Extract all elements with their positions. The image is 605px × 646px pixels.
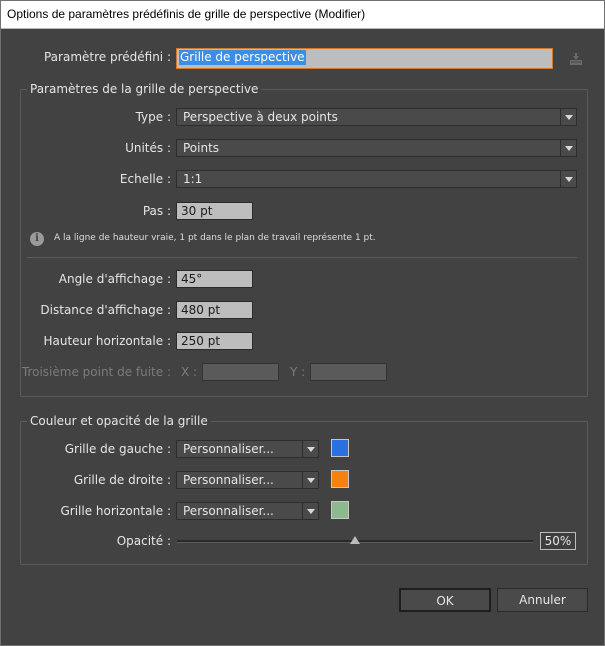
cancel-button[interactable]: Annuler xyxy=(497,588,588,612)
third-vp-label: Troisième point de fuite : xyxy=(21,365,171,379)
grid-params-title: Paramètres de la grille de perspective xyxy=(27,82,262,96)
units-dropdown[interactable]: Points xyxy=(176,139,577,157)
horizon-label: Hauteur horizontale : xyxy=(43,334,171,348)
dialog-body: Paramètre prédéfini : Grille de perspect… xyxy=(5,29,600,641)
left-grid-dropdown[interactable]: Personnaliser... xyxy=(176,440,319,458)
step-input[interactable]: 30 pt xyxy=(176,202,253,220)
left-grid-label: Grille de gauche : xyxy=(64,442,171,456)
chevron-down-icon xyxy=(302,503,318,519)
save-preset-icon[interactable] xyxy=(568,51,584,67)
x-label: X : xyxy=(181,365,198,379)
ok-button[interactable]: OK xyxy=(399,588,491,612)
right-grid-label: Grille de droite : xyxy=(73,473,171,487)
angle-label: Angle d'affichage : xyxy=(58,272,171,286)
horizontal-grid-dropdown[interactable]: Personnaliser... xyxy=(176,502,319,520)
info-icon: i xyxy=(30,232,44,246)
section-divider xyxy=(27,257,577,258)
right-grid-value: Personnaliser... xyxy=(183,473,274,487)
units-value: Points xyxy=(183,141,220,155)
chevron-down-icon xyxy=(560,109,576,125)
chevron-down-icon xyxy=(302,441,318,457)
scale-value: 1:1 xyxy=(183,172,203,186)
opacity-slider-thumb[interactable] xyxy=(350,536,360,544)
left-grid-value: Personnaliser... xyxy=(183,442,274,456)
dialog-window: Options de paramètres prédéfinis de gril… xyxy=(0,0,605,646)
left-grid-color-swatch[interactable] xyxy=(331,439,349,457)
preset-name-value: Grille de perspective xyxy=(179,50,306,65)
horizontal-grid-label: Grille horizontale : xyxy=(60,504,171,518)
right-grid-dropdown[interactable]: Personnaliser... xyxy=(176,471,319,489)
right-grid-color-swatch[interactable] xyxy=(331,470,349,488)
scale-label: Echelle : xyxy=(119,172,171,186)
distance-input[interactable]: 480 pt xyxy=(176,301,253,319)
scale-dropdown[interactable]: 1:1 xyxy=(176,170,577,188)
preset-name-field[interactable]: Grille de perspective xyxy=(176,48,553,69)
third-vp-y-input[interactable] xyxy=(310,363,387,381)
units-label: Unités : xyxy=(125,141,171,155)
distance-label: Distance d'affichage : xyxy=(40,303,171,317)
opacity-value[interactable]: 50% xyxy=(540,532,576,550)
y-label: Y : xyxy=(290,365,306,379)
opacity-label: Opacité : xyxy=(116,534,171,548)
angle-input[interactable]: 45° xyxy=(176,270,253,288)
chevron-down-icon xyxy=(302,472,318,488)
type-value: Perspective à deux points xyxy=(183,110,338,124)
chevron-down-icon xyxy=(560,171,576,187)
preset-label: Paramètre prédéfini : xyxy=(43,50,171,64)
grid-params-group xyxy=(20,89,588,397)
horizontal-grid-color-swatch[interactable] xyxy=(331,501,349,519)
type-dropdown[interactable]: Perspective à deux points xyxy=(176,108,577,126)
horizontal-grid-value: Personnaliser... xyxy=(183,504,274,518)
step-label: Pas : xyxy=(142,204,171,218)
third-vp-x-input[interactable] xyxy=(202,363,279,381)
horizon-input[interactable]: 250 pt xyxy=(176,332,253,350)
info-text: A la ligne de hauteur vraie, 1 pt dans l… xyxy=(54,233,376,243)
window-title: Options de paramètres prédéfinis de gril… xyxy=(1,1,604,29)
type-label: Type : xyxy=(135,110,171,124)
chevron-down-icon xyxy=(560,140,576,156)
color-opacity-title: Couleur et opacité de la grille xyxy=(27,414,211,428)
